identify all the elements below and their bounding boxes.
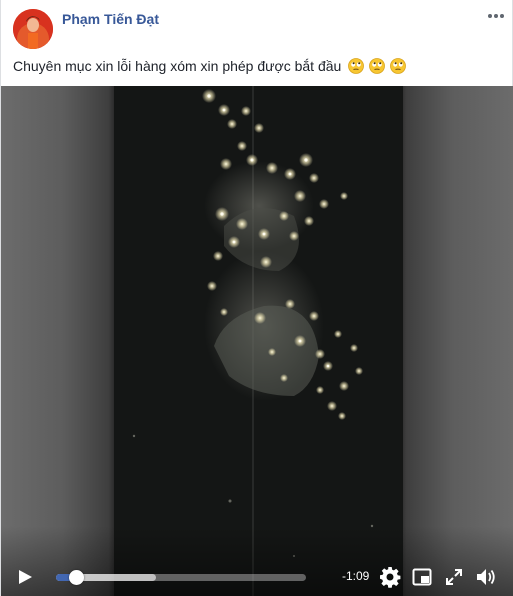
rolling-eyes-emoji	[369, 58, 385, 74]
rolling-eyes-emoji	[390, 58, 406, 74]
picture-in-picture-button[interactable]	[411, 566, 433, 588]
emoji-group	[348, 58, 407, 77]
video-progress-bar[interactable]	[56, 570, 306, 585]
video-frame[interactable]	[114, 86, 403, 596]
post-header: Phạm Tiến Đạt	[1, 0, 513, 52]
settings-button[interactable]	[379, 566, 401, 588]
more-options-button[interactable]	[484, 6, 508, 26]
post-author-name[interactable]: Phạm Tiến Đạt	[62, 11, 159, 27]
volume-button[interactable]	[475, 566, 497, 588]
avatar[interactable]	[13, 9, 53, 49]
picture-in-picture-icon	[412, 568, 432, 586]
more-horizontal-icon	[488, 14, 504, 18]
feed-post: Phạm Tiến Đạt Chuyên mục xin lỗi hàng xó…	[0, 0, 513, 596]
volume-icon	[477, 569, 495, 585]
video-controls-bar	[1, 526, 513, 596]
play-button[interactable]	[15, 568, 35, 586]
progress-scrubber-handle[interactable]	[69, 570, 84, 585]
time-remaining: -1:09	[342, 569, 370, 583]
fullscreen-button[interactable]	[443, 566, 465, 588]
post-caption-text: Chuyên mục xin lỗi hàng xóm xin phép đượ…	[13, 58, 342, 74]
rolling-eyes-emoji	[348, 58, 365, 74]
fullscreen-icon	[446, 569, 462, 585]
gear-icon	[380, 567, 401, 588]
post-caption: Chuyên mục xin lỗi hàng xóm xin phép đượ…	[13, 58, 500, 77]
video-player[interactable]: -1:09	[1, 86, 513, 596]
play-icon	[19, 570, 32, 584]
